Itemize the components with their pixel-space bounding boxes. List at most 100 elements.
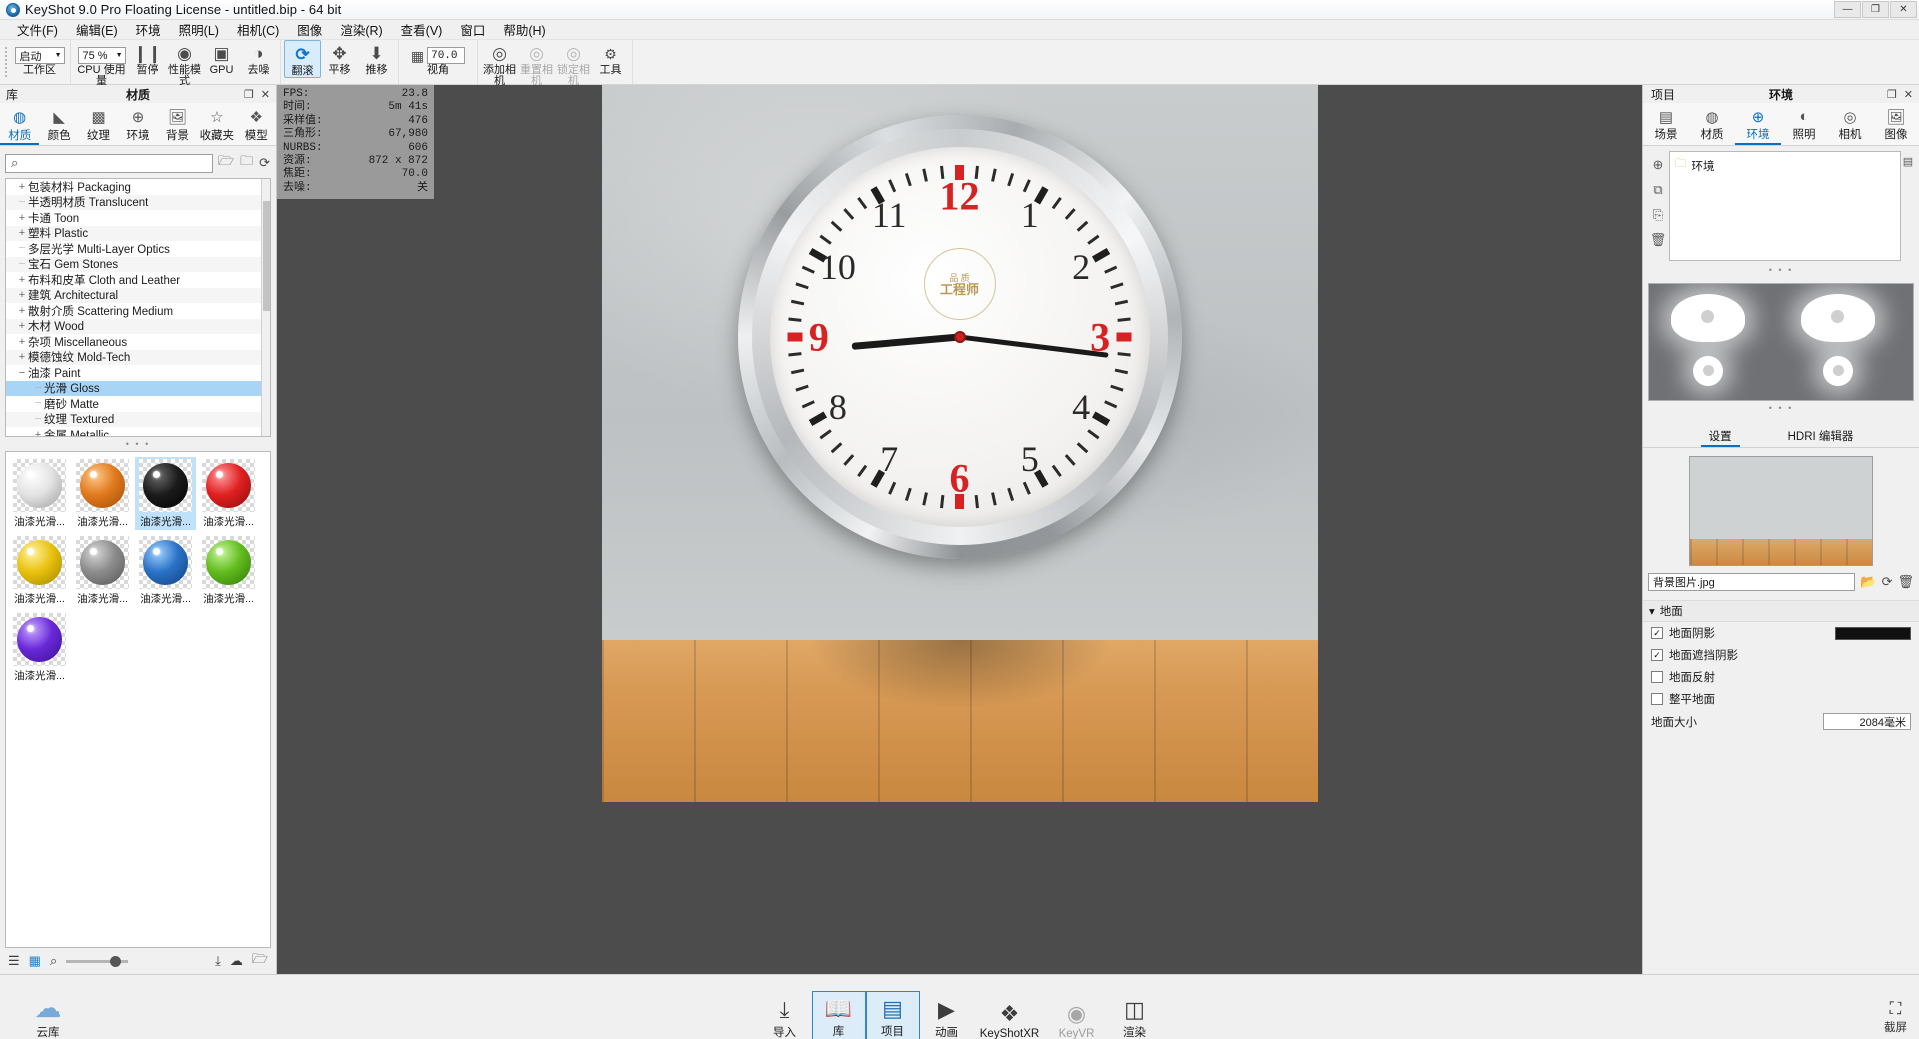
library-tab-colors[interactable]: ◣ 颜色	[39, 103, 78, 145]
tab-scene[interactable]: ▤ 场景	[1643, 103, 1689, 145]
ground-reflection-checkbox[interactable]	[1651, 671, 1663, 683]
add-folder-icon[interactable]: 🗀	[239, 152, 254, 174]
tree-item-plastic[interactable]: + 塑料 Plastic	[6, 225, 270, 241]
delete-icon[interactable]: 🗑	[1897, 574, 1914, 590]
project-splitter-bottom[interactable]: • • •	[1643, 401, 1919, 415]
render-viewport[interactable]: 12 1 2 3 4 5 6 7 8 9 10 11 品 质 工程师 FPS: …	[277, 85, 1642, 974]
ground-occlusion-checkbox[interactable]: ✓	[1651, 649, 1663, 661]
tab-hdri-editor[interactable]: HDRI 编辑器	[1780, 425, 1862, 447]
workspace-selector[interactable]: 启动 ▼ 工作区	[12, 40, 67, 76]
list-view-icon[interactable]: ☰	[8, 953, 20, 969]
background-preview[interactable]	[1689, 456, 1873, 566]
tab-material[interactable]: ◍ 材质	[1689, 103, 1735, 145]
expander-icon[interactable]: +	[16, 181, 28, 193]
environment-list[interactable]: 🗀 环境	[1669, 151, 1901, 261]
bottom-button-group[interactable]: ⤓ 导入 📖 库 ▤ 项目 ▶ 动画 ❖ KeyShotXR ◉ KeyVR ◫…	[758, 990, 1162, 1039]
material-item[interactable]: 油漆光滑...	[9, 611, 70, 684]
zoom-slider[interactable]	[66, 955, 129, 967]
workspace-combo[interactable]: 启动 ▼	[14, 47, 65, 64]
ground-reflection-row[interactable]: 地面反射	[1643, 666, 1919, 688]
tree-item-translucent[interactable]: ┈ 半透明材质 Translucent	[6, 194, 270, 210]
expander-icon[interactable]: +	[16, 351, 28, 363]
copy-env-icon[interactable]: ⧉	[1653, 182, 1662, 198]
tree-item-matte[interactable]: ┈ 磨砂 Matte	[6, 396, 270, 412]
dolly-button[interactable]: ⬇ 推移	[358, 40, 395, 76]
browse-folder-icon[interactable]: 📂	[1860, 574, 1876, 590]
add-camera-button[interactable]: ◎ 添加相机	[481, 40, 518, 86]
tree-item-cloth-leather[interactable]: + 布料和皮革 Cloth and Leather	[6, 272, 270, 288]
expander-icon[interactable]: +	[16, 320, 28, 332]
chevron-down-icon[interactable]: ▾	[1649, 604, 1655, 618]
material-category-tree[interactable]: + 包装材料 Packaging ┈ 半透明材质 Translucent + 卡通 T…	[5, 178, 271, 437]
download-icon[interactable]: ⤓	[215, 953, 221, 969]
tree-item-paint[interactable]: − 油漆 Paint	[6, 365, 270, 381]
cloud-library-button[interactable]: ☁ 云库	[0, 995, 96, 1039]
material-item[interactable]: 油漆光滑...	[198, 534, 259, 607]
add-env-icon[interactable]: ⊕	[1653, 157, 1664, 173]
material-item-selected[interactable]: 油漆光滑...	[135, 457, 196, 530]
pause-button[interactable]: ❙❙ 暂停	[129, 40, 166, 76]
ground-size-row[interactable]: 地面大小 2084毫米	[1643, 710, 1919, 733]
expander-icon[interactable]: −	[16, 367, 28, 379]
performance-mode-button[interactable]: ◉ 性能模式	[166, 40, 203, 86]
tree-item-packaging[interactable]: + 包装材料 Packaging	[6, 179, 270, 195]
expander-icon[interactable]: +	[16, 274, 28, 286]
ground-shadow-color-swatch[interactable]	[1835, 626, 1911, 640]
menu-image[interactable]: 图像	[288, 18, 331, 41]
library-button[interactable]: 📖 库	[811, 990, 866, 1039]
material-item[interactable]: 油漆光滑...	[9, 457, 70, 530]
menu-edit[interactable]: 编辑(E)	[67, 18, 127, 41]
grid-view-icon[interactable]: ▦	[29, 953, 41, 969]
tree-item-metallic[interactable]: + 金属 Metallic	[6, 427, 270, 436]
refresh-icon[interactable]: ⟳	[258, 155, 271, 171]
menu-bar[interactable]: 文件(F) 编辑(E) 环境 照明(L) 相机(C) 图像 渲染(R) 查看(V…	[0, 20, 1919, 40]
perspective-field[interactable]: 70.0	[427, 47, 466, 64]
settings-tabbar[interactable]: 设置 HDRI 编辑器	[1643, 425, 1919, 448]
tab-lighting[interactable]: ◐ 照明	[1781, 103, 1827, 145]
material-thumbnail-grid[interactable]: 油漆光滑... 油漆光滑... 油漆光滑... 油漆光滑... 油漆光滑... …	[5, 451, 271, 948]
pan-button[interactable]: ✥ 平移	[321, 40, 358, 76]
background-file-field[interactable]: 背景图片.jpg	[1648, 573, 1856, 591]
tree-item-gem-stones[interactable]: ┈ 宝石 Gem Stones	[6, 256, 270, 272]
material-item[interactable]: 油漆光滑...	[9, 534, 70, 607]
tab-camera[interactable]: ◎ 相机	[1827, 103, 1873, 145]
maximize-button[interactable]: ❐	[1862, 1, 1889, 18]
tree-item-miscellaneous[interactable]: + 杂项 Miscellaneous	[6, 334, 270, 350]
tab-image[interactable]: 🖼 图像	[1873, 103, 1919, 145]
search-input[interactable]	[22, 157, 212, 169]
tumble-button[interactable]: ⟳ 翻滚	[284, 40, 321, 78]
menu-view[interactable]: 查看(V)	[392, 18, 452, 41]
cpu-usage-combo[interactable]: 75 % ▼	[77, 47, 126, 64]
cpu-usage-control[interactable]: 75 % ▼ CPU 使用量	[74, 40, 129, 86]
delete-env-icon[interactable]: 🗑	[1650, 232, 1667, 248]
scrollbar-thumb[interactable]	[263, 201, 270, 311]
wall-clock-model[interactable]: 12 1 2 3 4 5 6 7 8 9 10 11 品 质 工程师	[737, 115, 1182, 559]
material-item[interactable]: 油漆光滑...	[72, 534, 133, 607]
hdri-preview[interactable]	[1648, 283, 1914, 401]
keyvr-button[interactable]: ◉ KeyVR	[1046, 997, 1108, 1039]
library-tab-models[interactable]: ❖ 模型	[237, 103, 276, 145]
tab-settings[interactable]: 设置	[1701, 425, 1740, 447]
fullscreen-button[interactable]: ⛶ 截屏	[1884, 1000, 1907, 1035]
tree-item-gloss[interactable]: ┈ 光滑 Gloss	[6, 380, 270, 396]
menu-file[interactable]: 文件(F)	[8, 18, 67, 41]
gpu-button[interactable]: ▣ GPU	[203, 40, 240, 76]
material-item[interactable]: 油漆光滑...	[135, 534, 196, 607]
paste-env-icon[interactable]: ⎘	[1653, 207, 1663, 223]
ground-section-header[interactable]: ▾ 地面	[1643, 600, 1919, 622]
ground-occlusion-row[interactable]: ✓ 地面遮挡阴影	[1643, 644, 1919, 666]
search-box[interactable]: ⌕	[5, 153, 213, 173]
menu-render[interactable]: 渲染(R)	[331, 18, 391, 41]
library-tab-materials[interactable]: ◍ 材质	[0, 103, 39, 145]
tree-scrollbar[interactable]	[261, 179, 270, 436]
expander-icon[interactable]: +	[16, 289, 28, 301]
menu-environment[interactable]: 环境	[127, 18, 170, 41]
environment-list-item[interactable]: 🗀 环境	[1675, 156, 1895, 175]
cloud-icon[interactable]: ☁	[230, 953, 243, 969]
refresh-icon[interactable]: ⟳	[1882, 574, 1893, 590]
tree-item-textured[interactable]: ┈ 纹理 Textured	[6, 411, 270, 427]
menu-lighting[interactable]: 照明(L)	[170, 18, 228, 41]
flatten-ground-checkbox[interactable]	[1651, 693, 1663, 705]
menu-help[interactable]: 帮助(H)	[494, 18, 554, 41]
tree-item-scattering-medium[interactable]: + 散射介质 Scattering Medium	[6, 303, 270, 319]
